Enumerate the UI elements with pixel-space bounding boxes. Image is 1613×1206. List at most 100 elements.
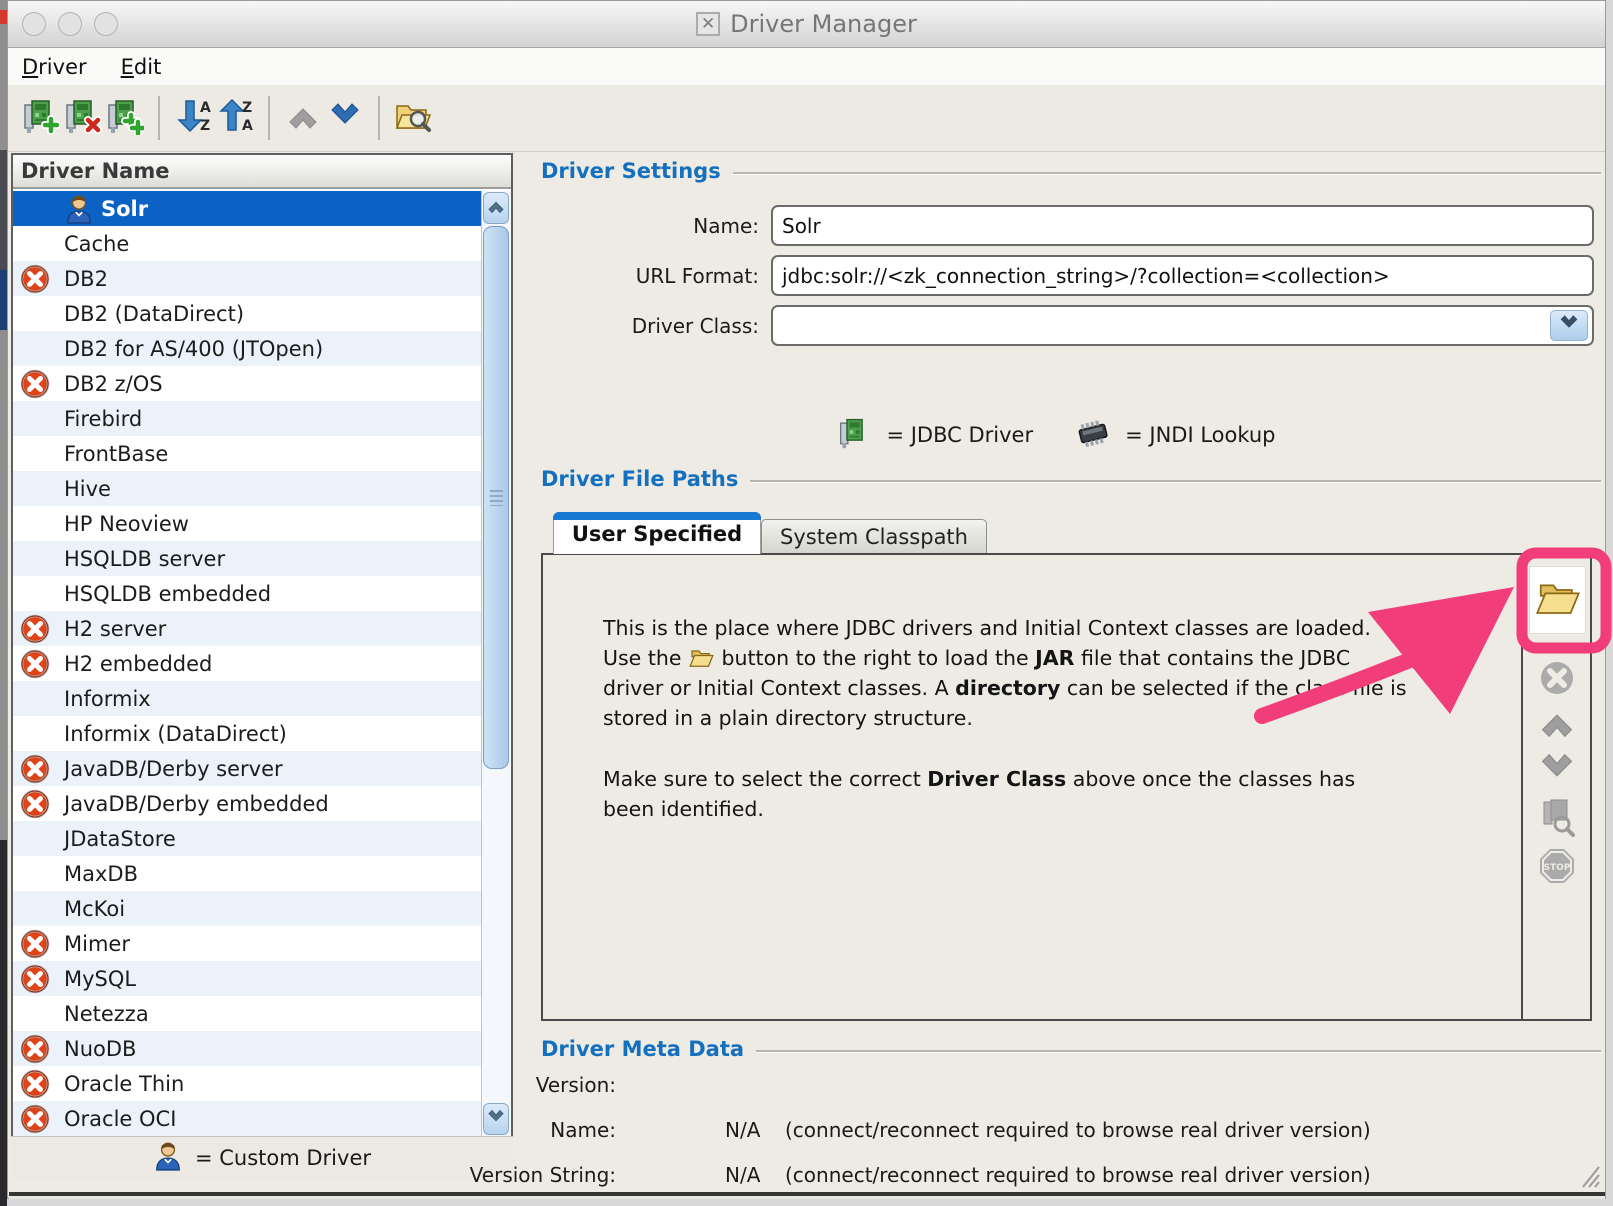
driver-name-label: Netezza xyxy=(64,1002,149,1026)
driver-list-item[interactable]: Oracle OCI xyxy=(13,1101,481,1136)
svg-text:A: A xyxy=(200,100,211,116)
driver-name-label: Informix (DataDirect) xyxy=(64,722,287,746)
driver-list-item[interactable]: FrontBase xyxy=(13,436,481,471)
driver-list-item[interactable]: DB2 (DataDirect) xyxy=(13,296,481,331)
driver-list-item[interactable]: HSQLDB server xyxy=(13,541,481,576)
driver-name-label: Solr xyxy=(101,197,148,221)
new-driver-button[interactable] xyxy=(20,97,62,139)
url-format-field[interactable]: jdbc:solr://<zk_connection_string>/?coll… xyxy=(771,255,1594,296)
driver-list-item[interactable]: Firebird xyxy=(13,401,481,436)
remove-driver-icon xyxy=(64,97,102,139)
driver-list-item[interactable]: McKoi xyxy=(13,891,481,926)
driver-list-item[interactable]: Informix xyxy=(13,681,481,716)
scroll-up-button[interactable] xyxy=(483,192,509,224)
legend-label: = JDBC Driver xyxy=(886,423,1033,447)
window-x-icon: ✕ xyxy=(696,12,720,36)
open-file-button[interactable] xyxy=(1529,566,1586,634)
driver-list-item[interactable]: Netezza xyxy=(13,996,481,1031)
move-up-button[interactable] xyxy=(282,97,324,139)
error-icon xyxy=(19,1068,64,1100)
scrollbar-grip xyxy=(490,490,503,506)
stop-icon: STOP xyxy=(1537,846,1577,890)
driver-name-label: Informix xyxy=(64,687,151,711)
driver-name-label: NuoDB xyxy=(64,1037,136,1061)
user-specified-tab-panel: This is the place where JDBC drivers and… xyxy=(541,553,1592,1021)
sort-ascending-button[interactable]: AZ xyxy=(172,97,214,139)
meta-value: N/A xyxy=(725,1118,760,1142)
error-icon xyxy=(19,963,64,995)
tab-label: User Specified xyxy=(572,522,742,546)
sort-descending-button[interactable]: ZA xyxy=(214,97,256,139)
tab-system-classpath[interactable]: System Classpath xyxy=(761,519,987,554)
menu-item-driver[interactable]: Driver xyxy=(22,55,87,79)
driver-list-item[interactable]: HSQLDB embedded xyxy=(13,576,481,611)
driver-list-item[interactable]: HP Neoview xyxy=(13,506,481,541)
driver-name-label: JavaDB/Derby server xyxy=(64,757,283,781)
driver-list-item[interactable]: NuoDB xyxy=(13,1031,481,1066)
meta-value: N/A xyxy=(725,1163,760,1187)
remove-path-icon xyxy=(1537,658,1577,702)
custom-driver-legend: = Custom Driver xyxy=(11,1136,513,1179)
error-icon xyxy=(19,648,64,680)
driver-list-item[interactable]: Mimer xyxy=(13,926,481,961)
driver-list-item[interactable]: Informix (DataDirect) xyxy=(13,716,481,751)
driver-list-item[interactable]: MySQL xyxy=(13,961,481,996)
name-field[interactable]: Solr xyxy=(771,205,1594,246)
error-icon xyxy=(19,613,64,645)
find-driver-class-button xyxy=(1536,799,1578,841)
move-path-down-button xyxy=(1536,749,1578,791)
meta-label: Version String: xyxy=(441,1163,616,1187)
driver-list-body: Solr Cache DB2 DB2 (DataDirect)DB2 for AS/… xyxy=(13,191,481,1136)
svg-text:STOP: STOP xyxy=(1544,863,1571,873)
driver-list: Driver Name Solr Cache DB2 DB2 (DataDirect… xyxy=(11,153,513,1136)
move-up-icon xyxy=(285,98,321,138)
jndi-lookup-icon xyxy=(1075,417,1111,454)
move-down-button[interactable] xyxy=(324,97,366,139)
driver-list-item[interactable]: JDataStore xyxy=(13,821,481,856)
driver-list-item[interactable]: Solr xyxy=(13,191,481,226)
find-driver-files-button[interactable] xyxy=(392,97,434,139)
menubar: Driver Edit xyxy=(8,48,1605,85)
window-footer xyxy=(9,1196,1605,1199)
copy-driver-button[interactable] xyxy=(104,97,146,139)
move-down-icon xyxy=(327,98,363,138)
move-path-up-button xyxy=(1536,704,1578,746)
driver-list-item[interactable]: DB2 z/OS xyxy=(13,366,481,401)
driver-list-item[interactable]: JavaDB/Derby server xyxy=(13,751,481,786)
driver-list-item[interactable]: H2 server xyxy=(13,611,481,646)
tab-user-specified[interactable]: User Specified xyxy=(553,512,761,554)
remove-driver-button[interactable] xyxy=(62,97,104,139)
driver-name-label: McKoi xyxy=(64,897,125,921)
driver-list-item[interactable]: Oracle Thin xyxy=(13,1066,481,1101)
driver-settings-section: Driver Settings xyxy=(541,159,1601,183)
error-icon xyxy=(19,928,64,960)
driver-name-label: DB2 xyxy=(64,267,108,291)
menu-item-edit[interactable]: Edit xyxy=(121,55,162,79)
driver-class-dropdown-button[interactable] xyxy=(1550,310,1588,341)
stop-button: STOP xyxy=(1536,847,1578,889)
driver-list-item[interactable]: DB2 for AS/400 (JTOpen) xyxy=(13,331,481,366)
driver-list-item[interactable]: H2 embedded xyxy=(13,646,481,681)
meta-label: Version: xyxy=(441,1073,616,1097)
scrollbar-thumb[interactable] xyxy=(483,226,509,769)
driver-list-item[interactable]: Cache xyxy=(13,226,481,261)
driver-list-item[interactable]: JavaDB/Derby embedded xyxy=(13,786,481,821)
driver-name-label: DB2 z/OS xyxy=(64,372,163,396)
driver-list-item[interactable]: DB2 xyxy=(13,261,481,296)
driver-class-combobox[interactable] xyxy=(771,305,1594,346)
find-driver-class-icon xyxy=(1538,798,1576,842)
error-icon xyxy=(19,263,64,295)
copy-driver-icon xyxy=(106,97,144,139)
driver-list-header[interactable]: Driver Name xyxy=(13,155,511,189)
driver-list-item[interactable]: MaxDB xyxy=(13,856,481,891)
chevron-up-icon xyxy=(486,196,506,220)
driver-manager-window: ✕ Driver Manager DriverEdit AZZA Driver … xyxy=(7,0,1606,1199)
file-paths-help-text: This is the place where JDBC drivers and… xyxy=(603,613,1411,855)
resize-grip-icon[interactable] xyxy=(1577,1157,1601,1189)
folder-icon xyxy=(688,646,715,670)
driver-list-item[interactable]: Hive xyxy=(13,471,481,506)
url-format-label: URL Format: xyxy=(541,264,759,288)
driver-list-scrollbar[interactable] xyxy=(481,191,511,1136)
background-window-sliver xyxy=(0,0,7,1206)
toolbar: AZZA xyxy=(8,85,1605,152)
